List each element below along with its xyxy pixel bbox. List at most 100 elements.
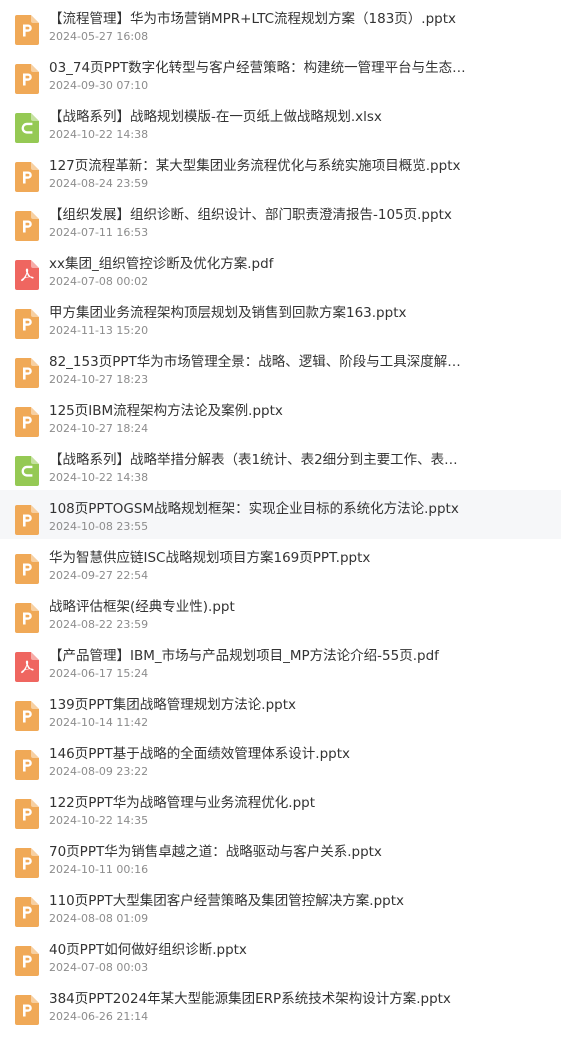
file-text: 【战略系列】战略举措分解表（表1统计、表2细分到主要工作、表… 2024-10-… [49, 452, 561, 485]
file-list-item[interactable]: 108页PPTOGSM战略规划框架：实现企业目标的系统化方法论.pptx 202… [0, 490, 561, 539]
file-list-item[interactable]: 110页PPT大型集团客户经营策略及集团管控解决方案.pptx 2024-08-… [0, 882, 561, 931]
file-text: 70页PPT华为销售卓越之道：战略驱动与客户关系.pptx 2024-10-11… [49, 844, 561, 877]
xlsx-file-icon [15, 113, 39, 143]
file-list-item[interactable]: 华为智慧供应链ISC战略规划项目方案169页PPT.pptx 2024-09-2… [0, 539, 561, 588]
file-name[interactable]: 40页PPT如何做好组织诊断.pptx [49, 942, 479, 959]
file-date: 2024-08-24 23:59 [49, 177, 149, 190]
file-name[interactable]: 108页PPTOGSM战略规划框架：实现企业目标的系统化方法论.pptx [49, 501, 479, 518]
file-text: 【战略系列】战略规划模版-在一页纸上做战略规划.xlsx 2024-10-22 … [49, 109, 561, 142]
file-name[interactable]: 384页PPT2024年某大型能源集团ERP系统技术架构设计方案.pptx [49, 991, 479, 1008]
pptx-file-icon-graphic [15, 995, 39, 1025]
file-text: 甲方集团业务流程架构顶层规划及销售到回款方案163.pptx 2024-11-1… [49, 305, 561, 338]
file-date: 2024-08-09 23:22 [49, 765, 149, 778]
file-text: 华为智慧供应链ISC战略规划项目方案169页PPT.pptx 2024-09-2… [49, 550, 561, 583]
pptx-file-icon-graphic [15, 211, 39, 241]
pptx-file-icon-graphic [15, 15, 39, 45]
file-list-item[interactable]: 384页PPT2024年某大型能源集团ERP系统技术架构设计方案.pptx 20… [0, 980, 561, 1029]
file-date: 2024-08-08 01:09 [49, 912, 149, 925]
file-text: 125页IBM流程架构方法论及案例.pptx 2024-10-27 18:24 [49, 403, 561, 436]
file-date: 2024-10-22 14:38 [49, 471, 149, 484]
file-list-item[interactable]: 127页流程革新：某大型集团业务流程优化与系统实施项目概览.pptx 2024-… [0, 147, 561, 196]
file-list-item[interactable]: 【流程管理】华为市场营销MPR+LTC流程规划方案（183页）.pptx 202… [0, 0, 561, 49]
file-name[interactable]: 【战略系列】战略举措分解表（表1统计、表2细分到主要工作、表… [49, 452, 479, 469]
file-date: 2024-10-22 14:35 [49, 814, 149, 827]
pptx-file-icon [15, 799, 39, 829]
pptx-file-icon-graphic [15, 358, 39, 388]
file-list-item[interactable]: xx集团_组织管控诊断及优化方案.pdf 2024-07-08 00:02 [0, 245, 561, 294]
file-date: 2024-06-26 21:14 [49, 1010, 149, 1023]
file-text: xx集团_组织管控诊断及优化方案.pdf 2024-07-08 00:02 [49, 256, 561, 289]
pptx-file-icon-graphic [15, 701, 39, 731]
pptx-file-icon [15, 358, 39, 388]
file-date: 2024-10-08 23:55 [49, 520, 149, 533]
pptx-file-icon [15, 897, 39, 927]
file-list-item[interactable]: 【战略系列】战略举措分解表（表1统计、表2细分到主要工作、表… 2024-10-… [0, 441, 561, 490]
file-name[interactable]: 70页PPT华为销售卓越之道：战略驱动与客户关系.pptx [49, 844, 479, 861]
file-name[interactable]: 146页PPT基于战略的全面绩效管理体系设计.pptx [49, 746, 479, 763]
file-date: 2024-06-17 15:24 [49, 667, 149, 680]
pptx-file-icon [15, 946, 39, 976]
file-list-item[interactable]: 70页PPT华为销售卓越之道：战略驱动与客户关系.pptx 2024-10-11… [0, 833, 561, 882]
file-list-item[interactable]: 03_74页PPT数字化转型与客户经营策略：构建统一管理平台与生态… 2024-… [0, 49, 561, 98]
file-list-item[interactable]: 122页PPT华为战略管理与业务流程优化.ppt 2024-10-22 14:3… [0, 784, 561, 833]
xlsx-file-icon-graphic [15, 456, 39, 486]
file-name[interactable]: 125页IBM流程架构方法论及案例.pptx [49, 403, 479, 420]
file-list-item[interactable]: 战略评估框架(经典专业性).ppt 2024-08-22 23:59 [0, 588, 561, 637]
file-list-item[interactable]: 【战略系列】战略规划模版-在一页纸上做战略规划.xlsx 2024-10-22 … [0, 98, 561, 147]
file-name[interactable]: 战略评估框架(经典专业性).ppt [49, 599, 479, 616]
file-text: 139页PPT集团战略管理规划方法论.pptx 2024-10-14 11:42 [49, 697, 561, 730]
pptx-file-icon-graphic [15, 554, 39, 584]
file-name[interactable]: 【组织发展】组织诊断、组织设计、部门职责澄清报告-105页.pptx [49, 207, 479, 224]
xlsx-file-icon [15, 456, 39, 486]
pptx-file-icon [15, 162, 39, 192]
file-name[interactable]: 【战略系列】战略规划模版-在一页纸上做战略规划.xlsx [49, 109, 479, 126]
file-date: 2024-10-22 14:38 [49, 128, 149, 141]
file-name[interactable]: 122页PPT华为战略管理与业务流程优化.ppt [49, 795, 479, 812]
file-date: 2024-07-08 00:03 [49, 961, 149, 974]
pptx-file-icon-graphic [15, 505, 39, 535]
pptx-file-icon [15, 701, 39, 731]
pptx-file-icon [15, 15, 39, 45]
file-text: 108页PPTOGSM战略规划框架：实现企业目标的系统化方法论.pptx 202… [49, 501, 561, 534]
file-name[interactable]: 110页PPT大型集团客户经营策略及集团管控解决方案.pptx [49, 893, 479, 910]
file-list-item[interactable]: 125页IBM流程架构方法论及案例.pptx 2024-10-27 18:24 [0, 392, 561, 441]
pdf-file-icon-graphic [15, 652, 39, 682]
file-list-item[interactable]: 139页PPT集团战略管理规划方法论.pptx 2024-10-14 11:42 [0, 686, 561, 735]
file-list-item[interactable]: 82_153页PPT华为市场管理全景：战略、逻辑、阶段与工具深度解… 2024-… [0, 343, 561, 392]
file-text: 40页PPT如何做好组织诊断.pptx 2024-07-08 00:03 [49, 942, 561, 975]
file-name[interactable]: 03_74页PPT数字化转型与客户经营策略：构建统一管理平台与生态… [49, 60, 479, 77]
pptx-file-icon-graphic [15, 848, 39, 878]
file-text: 【组织发展】组织诊断、组织设计、部门职责澄清报告-105页.pptx 2024-… [49, 207, 561, 240]
pptx-file-icon-graphic [15, 407, 39, 437]
file-name[interactable]: 127页流程革新：某大型集团业务流程优化与系统实施项目概览.pptx [49, 158, 479, 175]
file-text: 【流程管理】华为市场营销MPR+LTC流程规划方案（183页）.pptx 202… [49, 11, 561, 44]
file-name[interactable]: 82_153页PPT华为市场管理全景：战略、逻辑、阶段与工具深度解… [49, 354, 479, 371]
file-text: 战略评估框架(经典专业性).ppt 2024-08-22 23:59 [49, 599, 561, 632]
file-name[interactable]: 【流程管理】华为市场营销MPR+LTC流程规划方案（183页）.pptx [49, 11, 479, 28]
file-list-item[interactable]: 146页PPT基于战略的全面绩效管理体系设计.pptx 2024-08-09 2… [0, 735, 561, 784]
pdf-file-icon-graphic [15, 260, 39, 290]
file-name[interactable]: 【产品管理】IBM_市场与产品规划项目_MP方法论介绍-55页.pdf [49, 648, 479, 665]
file-date: 2024-10-11 00:16 [49, 863, 149, 876]
file-text: 【产品管理】IBM_市场与产品规划项目_MP方法论介绍-55页.pdf 2024… [49, 648, 561, 681]
file-list: 【流程管理】华为市场营销MPR+LTC流程规划方案（183页）.pptx 202… [0, 0, 561, 1029]
pptx-file-icon [15, 407, 39, 437]
xlsx-file-icon-graphic [15, 113, 39, 143]
file-list-item[interactable]: 【组织发展】组织诊断、组织设计、部门职责澄清报告-105页.pptx 2024-… [0, 196, 561, 245]
file-name[interactable]: 139页PPT集团战略管理规划方法论.pptx [49, 697, 479, 714]
file-name[interactable]: 华为智慧供应链ISC战略规划项目方案169页PPT.pptx [49, 550, 479, 567]
file-list-item[interactable]: 40页PPT如何做好组织诊断.pptx 2024-07-08 00:03 [0, 931, 561, 980]
pptx-file-icon [15, 64, 39, 94]
pdf-file-icon [15, 260, 39, 290]
file-date: 2024-05-27 16:08 [49, 30, 149, 43]
pptx-file-icon-graphic [15, 799, 39, 829]
file-list-item[interactable]: 甲方集团业务流程架构顶层规划及销售到回款方案163.pptx 2024-11-1… [0, 294, 561, 343]
file-name[interactable]: xx集团_组织管控诊断及优化方案.pdf [49, 256, 479, 273]
pptx-file-icon-graphic [15, 603, 39, 633]
file-date: 2024-07-08 00:02 [49, 275, 149, 288]
file-list-item[interactable]: 【产品管理】IBM_市场与产品规划项目_MP方法论介绍-55页.pdf 2024… [0, 637, 561, 686]
pptx-file-icon-graphic [15, 946, 39, 976]
file-name[interactable]: 甲方集团业务流程架构顶层规划及销售到回款方案163.pptx [49, 305, 479, 322]
file-text: 146页PPT基于战略的全面绩效管理体系设计.pptx 2024-08-09 2… [49, 746, 561, 779]
file-text: 82_153页PPT华为市场管理全景：战略、逻辑、阶段与工具深度解… 2024-… [49, 354, 561, 387]
